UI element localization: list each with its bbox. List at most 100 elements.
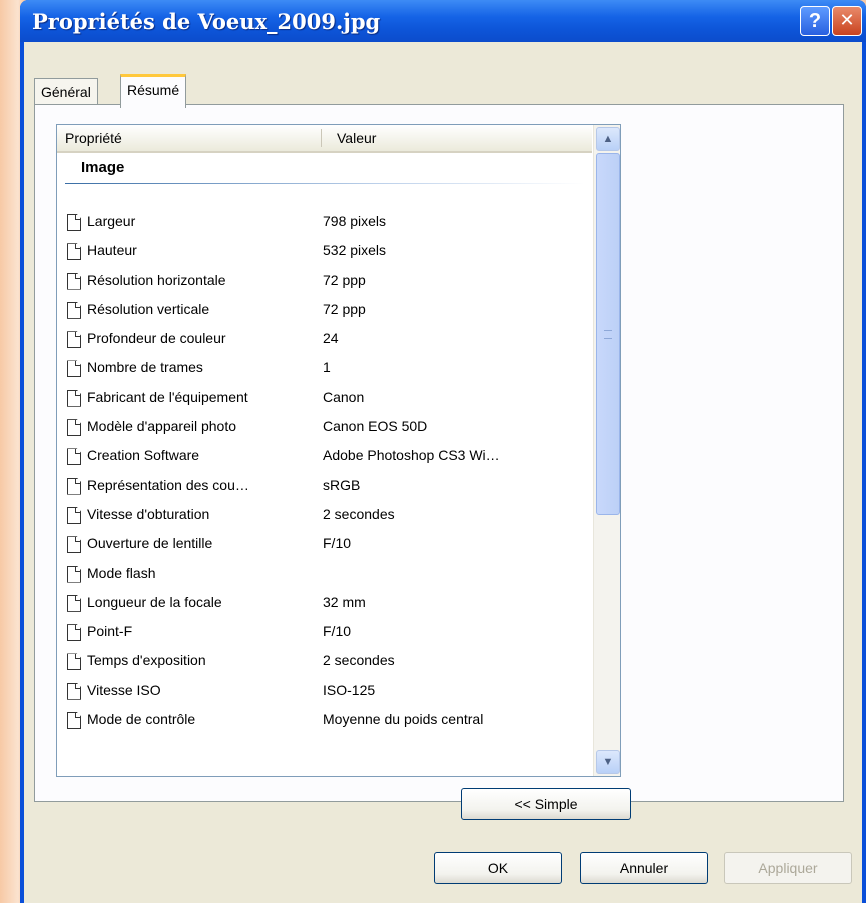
property-value: sRGB [323, 476, 361, 493]
list-item[interactable]: Creation Software Adobe Photoshop CS3 Wi… [57, 445, 592, 474]
property-rows: Largeur 798 pixels Hauteur 532 pixels Résolu… [57, 211, 592, 738]
list-item[interactable]: Représentation des cou… sRGB [57, 475, 592, 504]
close-icon: ✕ [839, 10, 855, 31]
close-button[interactable]: ✕ [832, 6, 862, 36]
property-name: Fabricant de l'équipement [87, 388, 248, 405]
property-value: Canon EOS 50D [323, 418, 428, 435]
list-item[interactable]: Profondeur de couleur 24 [57, 328, 592, 357]
column-divider[interactable] [321, 129, 322, 147]
property-value: Adobe Photoshop CS3 Wi… [323, 447, 500, 464]
document-icon [67, 243, 81, 261]
property-name: Largeur [87, 213, 136, 229]
cancel-button[interactable]: Annuler [580, 852, 708, 884]
chevron-down-icon: ▼ [602, 756, 614, 768]
list-item[interactable]: Mode flash [57, 563, 592, 592]
list-item[interactable]: Nombre de trames 1 [57, 357, 592, 386]
property-name: Temps d'exposition [87, 652, 206, 669]
ok-button[interactable]: OK [434, 852, 562, 884]
property-value: Moyenne du poids central [323, 711, 484, 728]
document-icon [67, 360, 81, 378]
document-icon [67, 301, 81, 319]
group-header-image: Image [81, 159, 125, 176]
property-value: F/10 [323, 535, 352, 552]
list-item[interactable]: Résolution verticale 72 ppp [57, 299, 592, 328]
scroll-up-button[interactable]: ▲ [596, 127, 620, 151]
window-title: Propriétés de Voeux_2009.jpg [32, 9, 381, 34]
document-icon [67, 712, 81, 730]
document-icon [67, 536, 81, 554]
property-value: F/10 [323, 623, 352, 640]
property-name: Mode flash [87, 564, 156, 581]
list-item[interactable]: Ouverture de lentille F/10 [57, 533, 592, 562]
document-icon [67, 565, 81, 583]
column-header-property[interactable]: Propriété [65, 130, 122, 146]
property-value: Canon [323, 388, 365, 405]
grip-icon [604, 330, 612, 339]
list-header: Propriété Valeur [57, 125, 592, 153]
property-value: 32 mm [323, 593, 366, 610]
property-name: Point-F [87, 623, 133, 640]
property-name: Vitesse d'obturation [87, 505, 210, 522]
document-icon [67, 506, 81, 524]
property-name: Hauteur [87, 242, 137, 259]
title-bar[interactable]: Propriétés de Voeux_2009.jpg ? ✕ [20, 0, 866, 42]
document-icon [67, 594, 81, 612]
simple-view-button[interactable]: << Simple [461, 788, 631, 820]
help-button[interactable]: ? [800, 6, 830, 36]
property-name: Représentation des cou… [87, 476, 249, 493]
property-value: 24 [323, 330, 339, 347]
list-item[interactable]: Résolution horizontale 72 ppp [57, 270, 592, 299]
list-item[interactable]: Longueur de la focale 32 mm [57, 592, 592, 621]
property-name: Creation Software [87, 447, 200, 464]
property-name: Modèle d'appareil photo [87, 418, 237, 435]
scrollbar-thumb[interactable] [596, 153, 620, 515]
dialog-client-area: Général Résumé Propriété Valeur Image La… [24, 42, 862, 903]
property-name: Résolution horizontale [87, 271, 226, 288]
column-header-value[interactable]: Valeur [337, 130, 376, 146]
tab-general[interactable]: Général [34, 78, 98, 105]
property-value: 72 ppp [323, 300, 366, 317]
property-name: Mode de contrôle [87, 711, 196, 728]
property-value: ISO-125 [323, 681, 376, 698]
document-icon [67, 272, 81, 290]
list-item[interactable]: Hauteur 532 pixels [57, 240, 592, 269]
document-icon [67, 419, 81, 437]
list-item[interactable]: Point-F F/10 [57, 621, 592, 650]
list-item[interactable]: Mode de contrôle Moyenne du poids central [57, 709, 592, 738]
document-icon [67, 331, 81, 349]
document-icon [67, 682, 81, 700]
list-item[interactable]: Fabricant de l'équipement Canon [57, 387, 592, 416]
list-item[interactable]: Largeur 798 pixels [57, 211, 592, 240]
property-value: 532 pixels [323, 242, 387, 259]
property-name: Nombre de trames [87, 359, 203, 376]
document-icon [67, 653, 81, 671]
property-name: Résolution verticale [87, 300, 210, 317]
list-item[interactable]: Modèle d'appareil photo Canon EOS 50D [57, 416, 592, 445]
chevron-up-icon: ▲ [602, 133, 614, 145]
property-value: 72 ppp [323, 271, 366, 288]
properties-list[interactable]: Propriété Valeur Image Largeur 798 pixels… [56, 124, 621, 777]
properties-dialog: Propriétés de Voeux_2009.jpg ? ✕ Général… [20, 0, 866, 903]
property-value: 2 secondes [323, 652, 395, 669]
property-name: Ouverture de lentille [87, 535, 213, 552]
scroll-down-button[interactable]: ▼ [596, 750, 620, 774]
property-name: Vitesse ISO [87, 681, 161, 698]
property-name: Longueur de la focale [87, 593, 222, 610]
property-value: 798 pixels [323, 213, 387, 229]
property-value: 1 [323, 359, 331, 376]
list-item[interactable]: Vitesse ISO ISO-125 [57, 680, 592, 709]
property-name: Profondeur de couleur [87, 330, 226, 347]
help-icon: ? [808, 10, 822, 32]
group-divider [65, 183, 585, 184]
tab-resume[interactable]: Résumé [120, 74, 187, 108]
document-icon [67, 477, 81, 495]
list-item[interactable]: Temps d'exposition 2 secondes [57, 650, 592, 679]
document-icon [67, 448, 81, 466]
property-value: 2 secondes [323, 505, 395, 522]
apply-button[interactable]: Appliquer [724, 852, 852, 884]
document-icon [67, 214, 81, 231]
document-icon [67, 624, 81, 642]
list-item[interactable]: Vitesse d'obturation 2 secondes [57, 504, 592, 533]
vertical-scrollbar[interactable]: ▲ ▼ [593, 125, 620, 776]
document-icon [67, 389, 81, 407]
